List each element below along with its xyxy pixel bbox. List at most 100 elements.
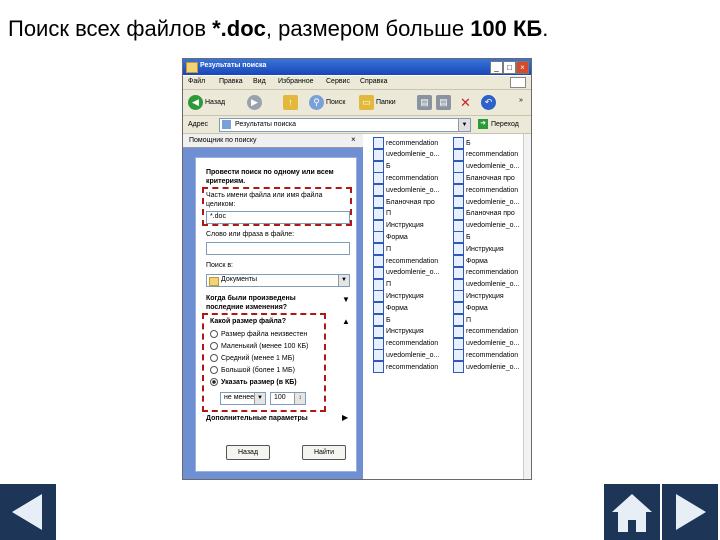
file-item[interactable]: uvedomlenie_o... <box>373 148 453 161</box>
file-name: Б <box>466 233 471 241</box>
file-name: П <box>386 245 392 253</box>
address-label: Адрес <box>188 121 209 128</box>
address-field[interactable]: Результаты поиска ▼ <box>219 118 471 132</box>
word-document-icon <box>373 160 384 173</box>
title-mid: , размером больше <box>265 16 471 41</box>
back-button[interactable]: ◀ Назад <box>188 94 225 110</box>
file-item[interactable]: uvedomlenie_o... <box>453 196 531 208</box>
file-item[interactable]: recommendation <box>453 325 531 338</box>
word-document-icon <box>373 219 384 232</box>
word-document-icon <box>373 325 384 338</box>
menu-edit[interactable]: Правка <box>219 78 243 85</box>
minimize-button[interactable]: _ <box>490 61 503 74</box>
search-button[interactable]: ⚲ Поиск <box>309 94 345 110</box>
file-item[interactable]: Инструкция <box>453 290 531 303</box>
file-item[interactable]: uvedomlenie_o... <box>453 337 531 350</box>
forward-button[interactable]: ▶ <box>247 94 264 110</box>
look-in-select[interactable]: Документы ▼ <box>206 274 350 287</box>
chevron-right-icon[interactable]: ▶ <box>342 413 348 422</box>
file-item[interactable]: uvedomlenie_o... <box>373 184 453 197</box>
file-item[interactable]: П <box>373 278 453 291</box>
vertical-scrollbar[interactable] <box>523 134 531 479</box>
file-item[interactable]: Форма <box>373 231 453 244</box>
file-item[interactable]: Бланочная про <box>373 196 453 208</box>
file-item[interactable]: recommendation <box>453 266 531 279</box>
file-item[interactable]: recommendation <box>453 349 531 362</box>
word-document-icon <box>453 266 464 279</box>
go-button[interactable]: ➜ Переход <box>478 119 519 129</box>
move-to-button[interactable]: ▤ <box>417 94 434 110</box>
folders-button[interactable]: ▭ Папки <box>359 94 396 110</box>
menu-view[interactable]: Вид <box>253 78 266 85</box>
word-document-icon <box>453 207 464 220</box>
menu-help[interactable]: Справка <box>360 78 387 85</box>
file-item[interactable]: uvedomlenie_o... <box>373 349 453 362</box>
file-name: uvedomlenie_o... <box>466 163 520 171</box>
file-item[interactable]: recommendation <box>373 337 453 350</box>
file-item[interactable]: Форма <box>453 302 531 315</box>
when-modified-toggle[interactable]: Когда были произведены последние изменен… <box>206 294 328 312</box>
file-item[interactable]: Бланочная про <box>453 172 531 185</box>
file-item[interactable]: П <box>453 314 531 326</box>
file-item[interactable]: uvedomlenie_o... <box>373 266 453 279</box>
copy-to-button[interactable]: ▤ <box>436 94 453 110</box>
search-pane-close-button[interactable]: × <box>351 135 356 144</box>
file-item[interactable]: Инструкция <box>373 325 453 338</box>
prev-slide-button[interactable] <box>0 484 56 540</box>
phrase-input[interactable] <box>206 242 350 255</box>
next-slide-button[interactable] <box>662 484 718 540</box>
search-icon: ⚲ <box>309 94 324 110</box>
file-item[interactable]: recommendation <box>373 172 453 185</box>
file-item[interactable]: uvedomlenie_o... <box>453 361 531 374</box>
undo-button[interactable]: ↶ <box>481 94 498 110</box>
file-item[interactable]: uvedomlenie_o... <box>453 160 531 173</box>
move-to-icon: ▤ <box>417 94 432 110</box>
file-item[interactable]: uvedomlenie_o... <box>453 278 531 291</box>
maximize-button[interactable]: □ <box>503 61 516 74</box>
back-search-button[interactable]: Назад <box>226 445 270 460</box>
file-name: Инструкция <box>386 222 424 230</box>
address-dropdown-button[interactable]: ▼ <box>458 119 470 131</box>
close-button[interactable]: × <box>516 61 529 74</box>
chevron-up-icon[interactable]: ▲ <box>342 317 350 326</box>
file-item[interactable]: Инструкция <box>453 243 531 256</box>
file-item[interactable]: П <box>373 243 453 256</box>
file-item[interactable]: Инструкция <box>373 219 453 232</box>
find-button[interactable]: Найти <box>302 445 346 460</box>
menu-tools[interactable]: Сервис <box>326 78 350 85</box>
file-item[interactable]: Бланочная про <box>453 207 531 220</box>
word-document-icon <box>453 243 464 256</box>
advanced-toggle[interactable]: Дополнительные параметры <box>206 415 308 422</box>
file-item[interactable]: recommendation <box>373 137 453 149</box>
file-item[interactable]: recommendation <box>373 255 453 267</box>
file-item[interactable]: Б <box>453 137 531 149</box>
file-item[interactable]: Инструкция <box>373 290 453 303</box>
file-item[interactable]: Б <box>373 160 453 173</box>
word-document-icon <box>453 148 464 161</box>
file-name: recommendation <box>386 257 439 265</box>
file-name: uvedomlenie_o... <box>386 186 440 194</box>
file-name: Форма <box>386 304 408 312</box>
menu-file[interactable]: Файл <box>188 78 205 85</box>
file-item[interactable]: Форма <box>453 255 531 267</box>
file-item[interactable]: recommendation <box>453 184 531 197</box>
file-item[interactable]: Форма <box>373 302 453 315</box>
window-title: Результаты поиска <box>200 62 267 69</box>
file-item[interactable]: Б <box>453 231 531 244</box>
up-folder-button[interactable]: ↑ <box>283 94 300 110</box>
home-button[interactable] <box>604 484 660 540</box>
file-item[interactable]: Б <box>373 314 453 326</box>
delete-button[interactable]: ✕ <box>458 94 475 110</box>
file-item[interactable]: uvedomlenie_o... <box>453 219 531 232</box>
toolbar-more-button[interactable]: » <box>519 92 523 108</box>
menu-favorites[interactable]: Избранное <box>278 78 313 85</box>
file-item[interactable]: recommendation <box>453 148 531 161</box>
search-results-icon <box>222 120 231 129</box>
toolbar: ◀ Назад ▶ ↑ ⚲ Поиск ▭ Папки ▤ ▤ ✕ ↶ » <box>183 90 531 116</box>
file-item[interactable]: recommendation <box>373 361 453 374</box>
file-item[interactable]: П <box>373 207 453 220</box>
chevron-down-icon[interactable]: ▼ <box>342 295 350 304</box>
search-pane-title: Помощник по поиску <box>189 137 257 144</box>
search-pane: Помощник по поиску × Провести поиск по о… <box>183 134 363 479</box>
file-name: Бланочная про <box>466 174 515 182</box>
